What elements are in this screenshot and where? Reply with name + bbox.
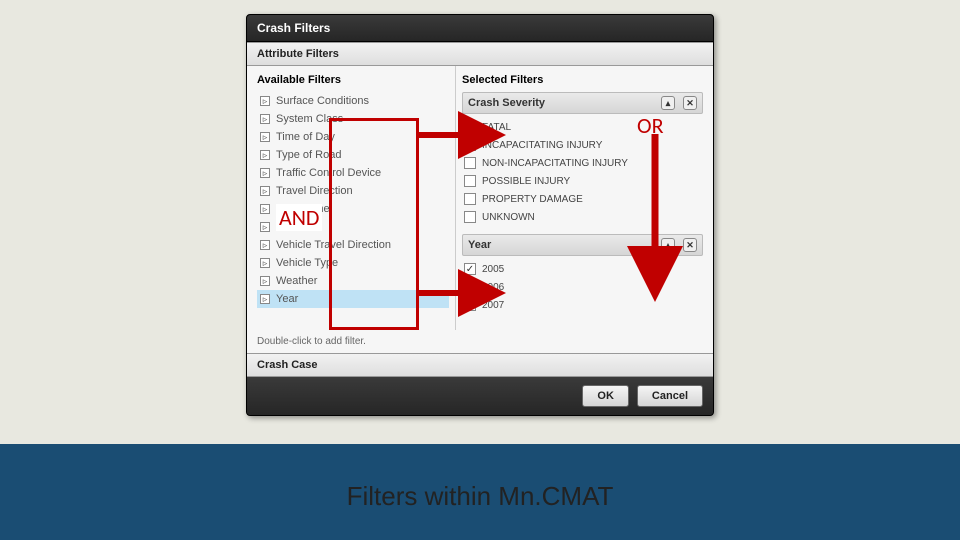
- expand-icon[interactable]: ▹: [260, 294, 270, 304]
- available-filter-item[interactable]: ▹ Travel Direction: [257, 182, 449, 200]
- filter-option-label: FATAL: [482, 122, 511, 133]
- available-filter-label: Weather: [276, 275, 317, 287]
- add-filter-hint: Double-click to add filter.: [247, 330, 713, 353]
- checkbox[interactable]: [464, 211, 476, 223]
- available-filter-label: Year: [276, 293, 298, 305]
- filter-option-label: 2006: [482, 282, 504, 293]
- available-filters-heading: Available Filters: [257, 74, 449, 86]
- filter-option-label: UNKNOWN: [482, 212, 535, 223]
- checkbox[interactable]: [464, 157, 476, 169]
- available-filter-item[interactable]: ▹ Weather: [257, 272, 449, 290]
- cancel-button[interactable]: Cancel: [637, 385, 703, 407]
- available-filter-item[interactable]: ▹ Type of Road: [257, 146, 449, 164]
- filter-option[interactable]: PROPERTY DAMAGE: [462, 190, 703, 208]
- collapse-icon[interactable]: ▴: [661, 238, 675, 252]
- selected-filters-heading: Selected Filters: [462, 74, 703, 86]
- and-annotation: AND: [276, 204, 322, 231]
- expand-icon[interactable]: ▹: [260, 150, 270, 160]
- available-filters-list: ▹ Surface Conditions ▹ System Class ▹ Time of…: [257, 92, 449, 308]
- or-annotation: OR: [634, 112, 667, 139]
- filter-option-label: NON-INCAPACITATING INJURY: [482, 158, 628, 169]
- checkbox[interactable]: [464, 175, 476, 187]
- selected-group-title: Crash Severity: [468, 97, 545, 109]
- crash-case-section-header[interactable]: Crash Case: [247, 353, 713, 377]
- available-filter-item[interactable]: ▹ Vehicle Travel Direction: [257, 236, 449, 254]
- expand-icon[interactable]: ▹: [260, 186, 270, 196]
- expand-icon[interactable]: ▹: [260, 204, 270, 214]
- available-filter-label: Vehicle Type: [276, 257, 338, 269]
- checkbox[interactable]: [464, 299, 476, 311]
- filter-option[interactable]: INCAPACITATING INJURY: [462, 136, 703, 154]
- filter-option-label: 2005: [482, 264, 504, 275]
- available-filter-label: Vehicle Travel Direction: [276, 239, 391, 251]
- available-filters-panel: Available Filters ▹ Surface Conditions ▹ Sy…: [247, 66, 455, 330]
- dialog-title: Crash Filters: [247, 15, 713, 42]
- expand-icon[interactable]: ▹: [260, 132, 270, 142]
- available-filter-label: Surface Conditions: [276, 95, 369, 107]
- available-filter-item[interactable]: ▹ Surface Conditions: [257, 92, 449, 110]
- filter-option[interactable]: 2006: [462, 278, 703, 296]
- checkbox[interactable]: [464, 193, 476, 205]
- available-filter-label: Time of Day: [276, 131, 335, 143]
- slide-caption: Filters within Mn.CMAT: [347, 481, 614, 512]
- filter-option-label: PROPERTY DAMAGE: [482, 194, 583, 205]
- remove-group-icon[interactable]: ✕: [683, 238, 697, 252]
- available-filter-label: Traffic Control Device: [276, 167, 381, 179]
- available-filter-label: Type of Road: [276, 149, 341, 161]
- expand-icon[interactable]: ▹: [260, 96, 270, 106]
- available-filter-item[interactable]: ▹ Year: [257, 290, 449, 308]
- filter-option[interactable]: UNKNOWN: [462, 208, 703, 226]
- available-filter-item[interactable]: ▹ Traffic Control Device: [257, 164, 449, 182]
- attribute-filters-section-header[interactable]: Attribute Filters: [247, 42, 713, 66]
- expand-icon[interactable]: ▹: [260, 258, 270, 268]
- collapse-icon[interactable]: ▴: [661, 96, 675, 110]
- checkbox[interactable]: [464, 121, 476, 133]
- filter-option-label: POSSIBLE INJURY: [482, 176, 570, 187]
- available-filter-item[interactable]: ▹ Vehicle Type: [257, 254, 449, 272]
- ok-button[interactable]: OK: [582, 385, 629, 407]
- available-filter-item[interactable]: ▹ System Class: [257, 110, 449, 128]
- checkbox[interactable]: [464, 263, 476, 275]
- filter-option[interactable]: 2007: [462, 296, 703, 314]
- filter-option[interactable]: POSSIBLE INJURY: [462, 172, 703, 190]
- expand-icon[interactable]: ▹: [260, 222, 270, 232]
- selected-group-title: Year: [468, 239, 491, 251]
- checkbox[interactable]: [464, 139, 476, 151]
- available-filter-label: Travel Direction: [276, 185, 353, 197]
- filter-option[interactable]: NON-INCAPACITATING INJURY: [462, 154, 703, 172]
- checkbox[interactable]: [464, 281, 476, 293]
- remove-group-icon[interactable]: ✕: [683, 96, 697, 110]
- selected-group-header[interactable]: Crash Severity ▴ ✕: [462, 92, 703, 114]
- expand-icon[interactable]: ▹: [260, 168, 270, 178]
- available-filter-item[interactable]: ▹ Time of Day: [257, 128, 449, 146]
- expand-icon[interactable]: ▹: [260, 276, 270, 286]
- available-filter-label: System Class: [276, 113, 343, 125]
- expand-icon[interactable]: ▹: [260, 114, 270, 124]
- filter-option[interactable]: FATAL: [462, 118, 703, 136]
- selected-group-header[interactable]: Year ▴ ✕: [462, 234, 703, 256]
- expand-icon[interactable]: ▹: [260, 240, 270, 250]
- filter-option-label: 2007: [482, 300, 504, 311]
- selected-filters-panel: Selected Filters Crash Severity ▴ ✕ FATAL IN…: [455, 66, 713, 330]
- filter-option-label: INCAPACITATING INJURY: [482, 140, 602, 151]
- slide: Crash Filters Attribute Filters Availabl…: [0, 0, 960, 540]
- filter-option[interactable]: 2005: [462, 260, 703, 278]
- dialog-button-row: OK Cancel: [247, 377, 713, 415]
